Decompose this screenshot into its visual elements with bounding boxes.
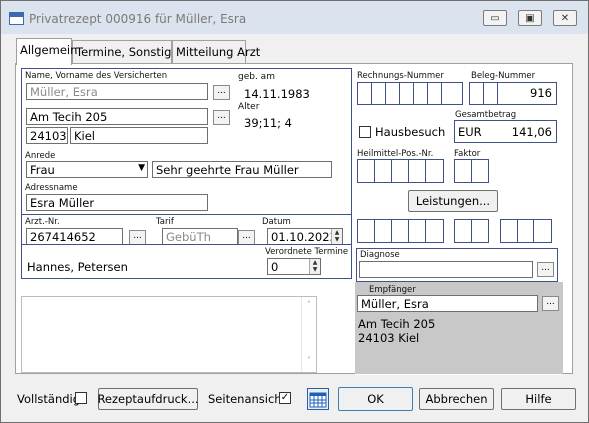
receipt-number-label: Beleg-Nummer: [471, 71, 536, 81]
scroll-down-icon: ˅: [307, 356, 311, 365]
app-icon: [9, 12, 24, 25]
patient-group: Name, Vorname des Versicherten Müller, E…: [21, 68, 352, 215]
appointments-value: 0: [271, 260, 279, 274]
scroll-up-icon: ˄: [307, 300, 311, 309]
dialog-window: Privatrezept 000916 für Müller, Esra ▭ ▣…: [0, 0, 589, 423]
name-field[interactable]: Müller, Esra: [26, 83, 208, 100]
currency: EUR: [458, 125, 482, 139]
appointments-spinner[interactable]: ▲ ▼: [309, 259, 320, 274]
name-label: Name, Vorname des Versicherten: [25, 71, 168, 81]
date-spinner[interactable]: ▲ ▼: [331, 229, 342, 244]
window-title: Privatrezept 000916 für Müller, Esra: [29, 12, 247, 26]
remedy-field[interactable]: [357, 159, 444, 183]
cancel-button[interactable]: Abbrechen: [419, 388, 494, 410]
total-label: Gesamtbetrag: [455, 110, 517, 120]
remedy-label: Heilmittel-Pos.-Nr.: [357, 149, 434, 159]
page-view-label: Seitenansicht: [208, 392, 287, 406]
appointments-label: Verordnete Termine: [265, 247, 349, 257]
birth-value: 14.11.1983: [244, 87, 310, 101]
diagnosis-group: Diagnose ...: [356, 248, 558, 282]
receipt-number-field[interactable]: 916: [469, 82, 557, 105]
remedy-field-2[interactable]: [357, 219, 444, 243]
salutation-value: Frau: [30, 163, 55, 177]
address-name-label: Adressname: [25, 183, 78, 193]
city-field[interactable]: Kiel: [70, 127, 208, 144]
age-label: Alter: [238, 102, 260, 112]
doctor-group: Arzt.-Nr. 267414652 ... Tarif GebüTh ...…: [21, 214, 352, 245]
address-name-field[interactable]: Esra Müller: [26, 194, 208, 211]
date-label: Datum: [262, 217, 291, 227]
invoice-number-label: Rechnungs-Nummer: [357, 71, 444, 81]
recipient-street: Am Tecih 205: [358, 317, 436, 331]
maximize-button[interactable]: ▣: [518, 10, 542, 26]
notes-scrollbar[interactable]: ˄ ˅: [301, 297, 316, 372]
date-value: 01.10.2023: [271, 230, 337, 244]
home-visit-checkbox[interactable]: [359, 126, 371, 138]
complete-checkbox[interactable]: [75, 392, 87, 404]
calendar-icon-button[interactable]: [307, 388, 329, 410]
services-button[interactable]: Leistungen...: [408, 190, 498, 212]
recipient-field[interactable]: Müller, Esra: [357, 295, 538, 312]
factor-label: Faktor: [454, 149, 481, 159]
calendar-icon: [309, 392, 327, 408]
greeting-field[interactable]: Sehr geehrte Frau Müller: [152, 161, 332, 178]
tab-mitteilung-arzt[interactable]: Mitteilung Arzt: [172, 40, 260, 64]
invoice-number-field[interactable]: [357, 82, 463, 105]
maximize-icon: ▣: [525, 12, 535, 24]
print-prescription-button[interactable]: Rezeptaufdruck...: [97, 388, 199, 410]
zip-field[interactable]: 24103: [26, 127, 68, 144]
birth-label: geb. am: [238, 72, 275, 82]
tab-panel: Name, Vorname des Versicherten Müller, E…: [15, 63, 573, 375]
ok-button[interactable]: OK: [338, 387, 413, 411]
recipient-panel: Empfänger Müller, Esra ... Am Tecih 205 …: [355, 282, 563, 374]
doctor-name-group: Hannes, Petersen Verordnete Termine 0 ▲ ▼: [21, 244, 352, 279]
doctor-name: Hannes, Petersen: [27, 260, 128, 274]
tariff-lookup-button[interactable]: ...: [238, 230, 255, 245]
minimize-icon: ▭: [490, 12, 500, 24]
chevron-down-icon: ▼: [138, 163, 145, 173]
tariff-field[interactable]: GebüTh: [162, 228, 238, 245]
help-button[interactable]: Hilfe: [501, 388, 576, 410]
factor-field[interactable]: [454, 159, 489, 183]
date-field[interactable]: 01.10.2023 ▲ ▼: [267, 228, 343, 245]
tab-allgemein[interactable]: Allgemein: [16, 38, 77, 65]
tab-termine-sonstiges[interactable]: Termine, Sonstiges: [72, 40, 184, 64]
total-field[interactable]: EUR 141,06: [454, 120, 557, 143]
total-value: 141,06: [511, 125, 552, 139]
diagnosis-lookup-button[interactable]: ...: [537, 262, 554, 277]
street-field[interactable]: Am Tecih 205: [26, 108, 208, 125]
doctor-number-label: Arzt.-Nr.: [25, 217, 60, 227]
recipient-label: Empfänger: [369, 285, 416, 295]
home-visit-label: Hausbesuch: [375, 125, 446, 139]
close-icon: ✕: [560, 12, 570, 24]
factor-field-2[interactable]: [454, 219, 489, 243]
minimize-button[interactable]: ▭: [483, 10, 507, 26]
salutation-select[interactable]: Frau ▼: [26, 161, 148, 178]
extra-field[interactable]: [500, 219, 552, 243]
name-lookup-button[interactable]: ...: [213, 85, 230, 100]
page-view-checkbox[interactable]: ✓: [279, 392, 291, 404]
diagnosis-field[interactable]: [359, 261, 533, 278]
address-lookup-button[interactable]: ...: [213, 110, 230, 125]
complete-label: Vollständig: [17, 392, 81, 406]
diagnosis-label: Diagnose: [360, 250, 400, 260]
title-bar[interactable]: Privatrezept 000916 für Müller, Esra ▭ ▣…: [1, 1, 588, 34]
recipient-lookup-button[interactable]: ...: [542, 296, 559, 311]
age-value: 39;11; 4: [244, 116, 292, 130]
check-icon: ✓: [280, 392, 290, 403]
appointments-field[interactable]: 0 ▲ ▼: [267, 258, 321, 275]
recipient-city: 24103 Kiel: [358, 331, 420, 345]
salutation-label: Anrede: [25, 151, 56, 161]
doctor-lookup-button[interactable]: ...: [129, 230, 146, 245]
doctor-number-field[interactable]: 267414652: [26, 228, 123, 245]
notes-textarea[interactable]: ˄ ˅: [21, 296, 317, 373]
close-button[interactable]: ✕: [553, 10, 577, 26]
receipt-number-value: 916: [530, 86, 552, 100]
tariff-label: Tarif: [156, 217, 174, 227]
